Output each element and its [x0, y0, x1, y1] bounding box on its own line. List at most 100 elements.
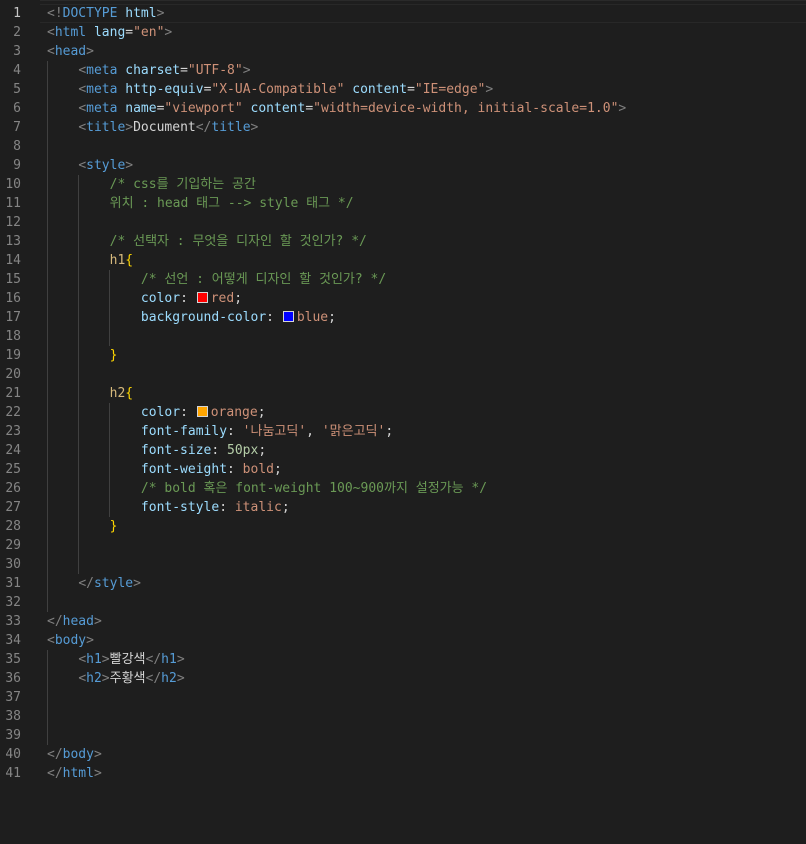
code-line[interactable]	[47, 555, 806, 574]
code-token: meta	[86, 63, 118, 78]
code-line[interactable]: h1{	[47, 251, 806, 270]
code-token: "UTF-8"	[187, 63, 243, 78]
code-token: <	[78, 63, 87, 78]
code-area[interactable]: <!DOCTYPE html> <html lang="en"> <head> <m…	[47, 4, 806, 783]
code-line[interactable]: color: red;	[47, 289, 806, 308]
code-line[interactable]: <meta http-equiv = "X-UA-Compatible" conte…	[47, 80, 806, 99]
code-line[interactable]	[47, 707, 806, 726]
code-token: background-color	[140, 310, 267, 325]
code-line[interactable]: /* bold 혹은 font-weight 100~900까지 설정가능 */	[47, 479, 806, 498]
code-line[interactable]: background-color: blue;	[47, 308, 806, 327]
code-token: ;	[258, 443, 267, 458]
code-editor[interactable]: 1 2 3 4 5 6 7 8 9 10 11 12 13 14 15 16 17 18 19 20 21 22 23 24 2…	[0, 0, 806, 844]
line-number: 39	[5, 728, 21, 743]
code-token: "X-UA-Compatible"	[211, 82, 345, 97]
code-line[interactable]	[47, 213, 806, 232]
line-number: 28	[5, 519, 21, 534]
code-token: h2	[86, 671, 102, 686]
code-line[interactable]: <html lang="en">	[47, 23, 806, 42]
code-line[interactable]: <meta name="viewport" content="width=dev…	[47, 99, 806, 118]
code-token: >	[156, 6, 165, 21]
code-line[interactable]: <title>Document</title>	[47, 118, 806, 137]
line-number: 15	[5, 272, 21, 287]
code-token: font-size	[140, 443, 212, 458]
code-line[interactable]: h2{	[47, 384, 806, 403]
code-line[interactable]: font-family: '나눔고딕', '맑은고딕';	[47, 422, 806, 441]
code-line[interactable]: font-style: italic;	[47, 498, 806, 517]
code-line[interactable]: /* css를 기입하는 공간	[47, 175, 806, 194]
color-swatch[interactable]	[196, 406, 208, 417]
line-number-gutter[interactable]: 1 2 3 4 5 6 7 8 9 10 11 12 13 14 15 16 17 18 19 20 21 22 23 24 2…	[0, 4, 40, 783]
code-line[interactable]: color: orange;	[47, 403, 806, 422]
code-line[interactable]: <meta charset="UTF-8">	[47, 61, 806, 80]
line-number: 41	[5, 766, 21, 781]
code-token: >	[93, 766, 102, 781]
code-line[interactable]: /* 선언 : 어떻게 디자인 할 것인가? */	[47, 270, 806, 289]
code-token: >	[485, 82, 494, 97]
code-line[interactable]: 위치 : head 태그 --> style 태그 */	[47, 194, 806, 213]
line-number: 40	[5, 747, 21, 762]
code-line[interactable]: </style>	[47, 574, 806, 593]
code-token: /* 선택자 : 무엇을 디자인 할 것인가? */	[109, 234, 367, 249]
code-token: orange	[210, 405, 258, 420]
code-token: <	[47, 25, 55, 40]
color-swatch[interactable]	[282, 311, 294, 322]
code-token: content	[250, 101, 306, 116]
code-token: color	[140, 405, 181, 420]
code-token: head	[62, 614, 94, 629]
code-line[interactable]	[47, 593, 806, 612]
code-token: </	[47, 766, 63, 781]
line-number: 27	[5, 500, 21, 515]
code-line[interactable]: /* 선택자 : 무엇을 디자인 할 것인가? */	[47, 232, 806, 251]
line-number: 31	[5, 576, 21, 591]
color-swatch[interactable]	[196, 292, 208, 303]
code-token: >	[86, 633, 94, 648]
code-line[interactable]	[47, 137, 806, 156]
code-line[interactable]	[47, 688, 806, 707]
code-line[interactable]: <style>	[47, 156, 806, 175]
code-token: Document	[133, 120, 196, 135]
code-line[interactable]	[47, 327, 806, 346]
code-token: :	[211, 443, 228, 458]
code-line[interactable]: <h1>빨강색</h1>	[47, 650, 806, 669]
line-number: 29	[5, 538, 21, 553]
code-token: h2	[109, 386, 126, 401]
code-line[interactable]: <!DOCTYPE html>	[47, 4, 806, 23]
code-line[interactable]: <body>	[47, 631, 806, 650]
code-token: '맑은고딕'	[321, 424, 386, 439]
code-line[interactable]: <head>	[47, 42, 806, 61]
code-line[interactable]: </body>	[47, 745, 806, 764]
code-token: ;	[234, 291, 243, 306]
code-line[interactable]	[47, 365, 806, 384]
code-token: </	[47, 614, 63, 629]
code-token: >	[125, 158, 134, 173]
code-token: "IE=edge"	[414, 82, 486, 97]
code-line[interactable]: }	[47, 346, 806, 365]
code-line[interactable]: </head>	[47, 612, 806, 631]
code-line[interactable]	[47, 726, 806, 745]
code-token: =	[125, 25, 134, 40]
code-token: italic	[234, 500, 282, 515]
code-token: font-weight	[140, 462, 228, 477]
code-token: ;	[328, 310, 336, 325]
code-line[interactable]	[47, 536, 806, 555]
code-line[interactable]: <h2>주황색</h2>	[47, 669, 806, 688]
code-token: >	[133, 576, 141, 591]
line-number: 38	[5, 709, 21, 724]
code-line[interactable]: font-size: 50px;	[47, 441, 806, 460]
code-line[interactable]: </html>	[47, 764, 806, 783]
line-number: 14	[5, 253, 21, 268]
code-line[interactable]: font-weight: bold;	[47, 460, 806, 479]
code-token: :	[227, 424, 243, 439]
code-line[interactable]: }	[47, 517, 806, 536]
